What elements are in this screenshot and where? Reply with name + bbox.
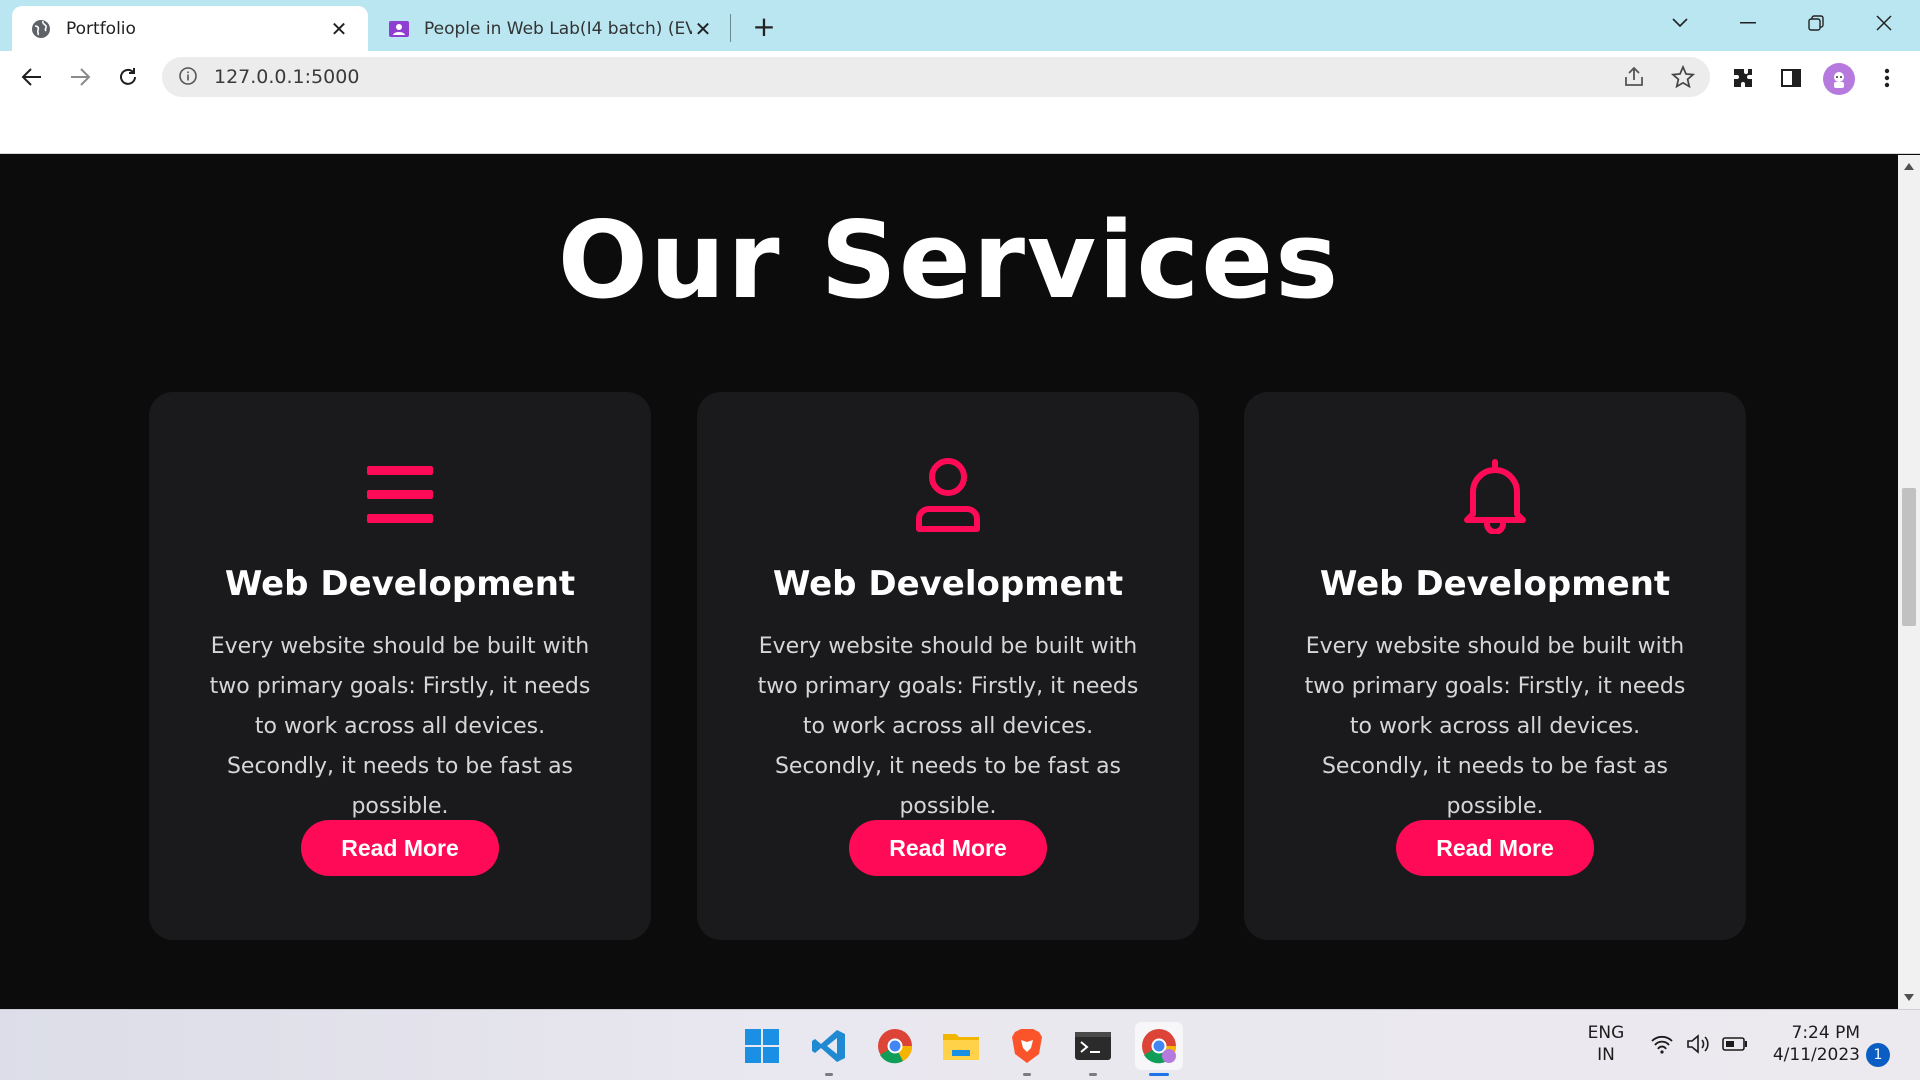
- tab-portfolio[interactable]: Portfolio ✕: [12, 6, 368, 51]
- region-text: IN: [1597, 1045, 1615, 1065]
- terminal-icon[interactable]: [1069, 1022, 1117, 1076]
- address-bar[interactable]: 127.0.0.1:5000: [162, 57, 1710, 97]
- card-description: Every website should be built with two p…: [1304, 634, 1686, 819]
- clock-time: 7:24 PM: [1791, 1023, 1861, 1043]
- close-tab-icon[interactable]: ✕: [692, 17, 714, 41]
- services-section: Our Services Web Development Every websi…: [0, 155, 1898, 1009]
- card-description: Every website should be built with two p…: [209, 634, 591, 819]
- classroom-icon: [388, 18, 410, 40]
- read-more-button[interactable]: Read More: [849, 820, 1047, 876]
- card-description: Every website should be built with two p…: [757, 634, 1139, 819]
- clock[interactable]: 7:24 PM 4/11/2023: [1764, 1022, 1860, 1066]
- menu-bars-icon: [365, 458, 435, 532]
- notification-badge[interactable]: 1: [1866, 1043, 1890, 1067]
- running-indicator: [825, 1073, 833, 1076]
- read-more-button[interactable]: Read More: [1396, 820, 1594, 876]
- card-title: Web Development: [1319, 564, 1671, 604]
- language-indicator[interactable]: ENG IN: [1586, 1022, 1626, 1066]
- browser-toolbar: 127.0.0.1:5000: [0, 51, 1920, 103]
- site-info-icon[interactable]: [178, 66, 200, 88]
- tab-divider: [730, 14, 731, 42]
- service-card: Web Development Every website should be …: [1244, 392, 1746, 940]
- brave-icon[interactable]: [1003, 1022, 1051, 1076]
- tab-title: Portfolio: [66, 18, 136, 39]
- restore-icon[interactable]: [1796, 8, 1836, 38]
- extensions-puzzle-icon[interactable]: [1730, 65, 1756, 91]
- wifi-icon[interactable]: [1650, 1034, 1674, 1058]
- read-more-button[interactable]: Read More: [301, 820, 499, 876]
- section-title: Our Services: [557, 199, 1341, 322]
- scroll-down-arrow-icon[interactable]: [1904, 994, 1914, 1001]
- tab-people-web-lab[interactable]: People in Web Lab(I4 batch) (EVE ✕: [372, 6, 728, 51]
- windows-start-icon[interactable]: [738, 1022, 786, 1070]
- scroll-up-arrow-icon[interactable]: [1904, 163, 1914, 170]
- volume-icon[interactable]: [1686, 1034, 1712, 1058]
- active-app-indicator: [1149, 1073, 1169, 1076]
- running-indicator: [1023, 1073, 1031, 1076]
- file-explorer-icon[interactable]: [937, 1022, 985, 1070]
- vscode-icon[interactable]: [805, 1022, 853, 1076]
- close-tab-icon[interactable]: ✕: [328, 17, 350, 41]
- side-panel-icon[interactable]: [1778, 65, 1804, 91]
- chrome-profile-icon[interactable]: [1135, 1022, 1183, 1076]
- globe-icon: [30, 18, 52, 40]
- back-arrow-icon[interactable]: [16, 61, 48, 93]
- tab-title: People in Web Lab(I4 batch) (EVE: [424, 18, 692, 39]
- running-indicator: [1089, 1073, 1097, 1076]
- toolbar-spacer: [0, 103, 1920, 154]
- forward-arrow-icon[interactable]: [64, 61, 96, 93]
- clock-date: 4/11/2023: [1772, 1045, 1860, 1065]
- reload-icon[interactable]: [112, 61, 144, 93]
- bookmark-star-icon[interactable]: [1670, 64, 1696, 93]
- service-card: Web Development Every website should be …: [697, 392, 1199, 940]
- url-text[interactable]: 127.0.0.1:5000: [214, 66, 359, 88]
- minimize-icon[interactable]: [1728, 8, 1768, 38]
- card-title: Web Development: [772, 564, 1124, 604]
- close-window-icon[interactable]: [1864, 8, 1904, 38]
- profile-avatar[interactable]: [1823, 63, 1855, 95]
- user-icon: [913, 458, 983, 532]
- page-scrollbar[interactable]: [1898, 155, 1920, 1009]
- windows-taskbar: ENG IN 7:24 PM 4/11/2023 1: [0, 1009, 1920, 1080]
- service-card: Web Development Every website should be …: [149, 392, 651, 940]
- language-text: ENG: [1587, 1023, 1625, 1043]
- tab-strip: Portfolio ✕ People in Web Lab(I4 batch) …: [0, 0, 1920, 51]
- share-icon[interactable]: [1622, 65, 1646, 93]
- scrollbar-thumb[interactable]: [1902, 488, 1916, 626]
- chrome-icon[interactable]: [871, 1022, 919, 1070]
- new-tab-button[interactable]: +: [748, 10, 780, 43]
- kebab-menu-icon[interactable]: [1874, 65, 1900, 91]
- card-title: Web Development: [224, 564, 576, 604]
- tab-search-icon[interactable]: [1660, 8, 1700, 38]
- battery-icon[interactable]: [1722, 1036, 1748, 1056]
- bell-icon: [1460, 458, 1530, 534]
